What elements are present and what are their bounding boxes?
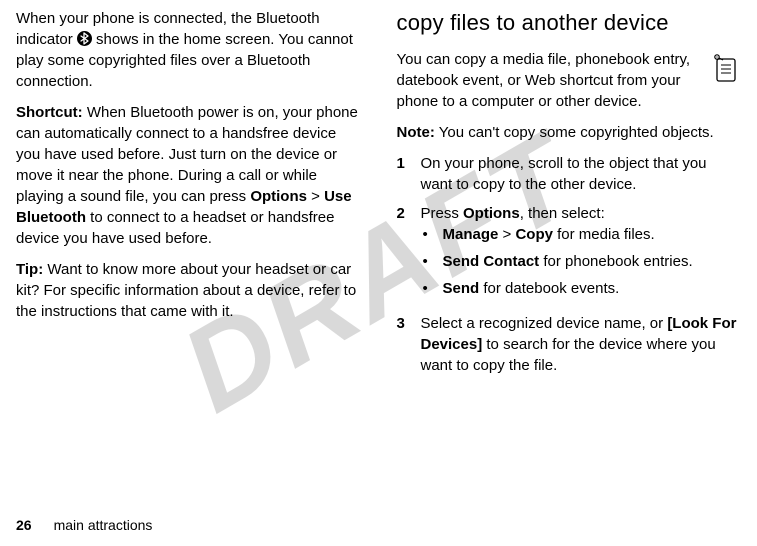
options-key: Options [463,205,520,222]
step-number: 2 [397,203,421,305]
bullet-dot: • [421,224,443,245]
steps-list: 1 On your phone, scroll to the object th… [397,153,742,376]
copy-file-icon [711,51,741,85]
note-paragraph: Note: You can't copy some copyrighted ob… [397,122,742,143]
options-key: Options [250,188,307,205]
send-contact-key: Send Contact [443,253,540,270]
text: for media files. [553,226,655,243]
page-number: 26 [16,517,32,533]
bluetooth-connected-paragraph: When your phone is connected, the Blueto… [16,8,361,92]
step-1: 1 On your phone, scroll to the object th… [397,153,742,195]
step-text: On your phone, scroll to the object that… [421,153,742,195]
left-column: When your phone is connected, the Blueto… [16,8,361,384]
copy-key: Copy [515,226,553,243]
bluetooth-icon [77,31,92,46]
shortcut-label: Shortcut: [16,104,83,121]
bullet-send: • Send for datebook events. [421,278,693,299]
step-2: 2 Press Options, then select: • Manage >… [397,203,742,305]
tip-label: Tip: [16,261,43,278]
step-number: 3 [397,313,421,376]
text: Press [421,205,464,222]
text: You can't copy some copyrighted objects. [435,124,714,141]
text: > [498,226,515,243]
page-footer: 26 main attractions [16,516,152,536]
step-body: Press Options, then select: • Manage > C… [421,203,693,305]
bullet-send-contact: • Send Contact for phonebook entries. [421,251,693,272]
text: for datebook events. [479,280,619,297]
bullet-dot: • [421,278,443,299]
text: Select a recognized device name, or [421,315,668,332]
step-3: 3 Select a recognized device name, or [L… [397,313,742,376]
text: > [307,188,324,205]
right-column: copy files to another device You can cop… [397,8,742,384]
bullet-manage-copy: • Manage > Copy for media files. [421,224,693,245]
text: for phonebook entries. [539,253,692,270]
intro-paragraph: You can copy a media file, phonebook ent… [397,49,742,112]
step-text: Select a recognized device name, or [Loo… [421,313,742,376]
note-label: Note: [397,124,435,141]
page-content: When your phone is connected, the Blueto… [0,0,757,384]
text: , then select: [520,205,605,222]
step-number: 1 [397,153,421,195]
text: Want to know more about your headset or … [16,261,356,320]
shortcut-paragraph: Shortcut: When Bluetooth power is on, yo… [16,102,361,249]
bullet-list: • Manage > Copy for media files. • Send … [421,224,693,299]
section-name: main attractions [54,517,153,533]
tip-paragraph: Tip: Want to know more about your headse… [16,259,361,322]
section-heading: copy files to another device [397,8,742,39]
bullet-dot: • [421,251,443,272]
manage-key: Manage [443,226,499,243]
send-key: Send [443,280,480,297]
